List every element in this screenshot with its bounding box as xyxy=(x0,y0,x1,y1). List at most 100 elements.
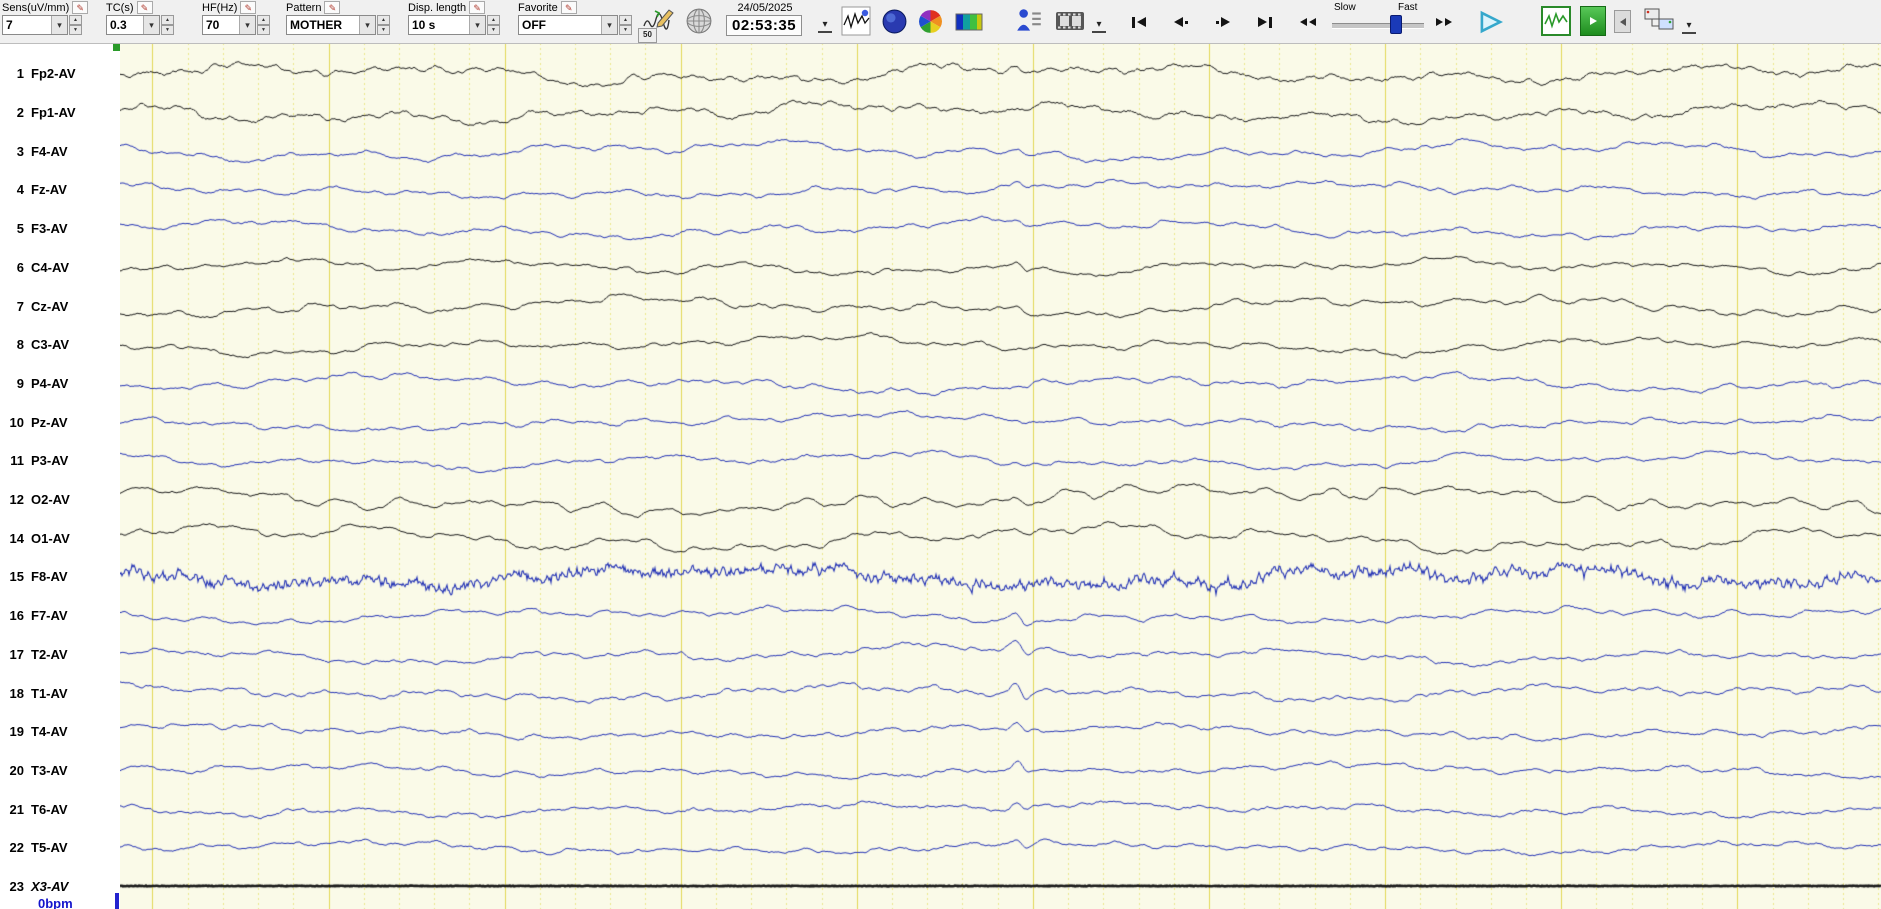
channel-row[interactable]: 23 X3-AV xyxy=(0,879,120,895)
channel-row[interactable]: 19 T4-AV xyxy=(0,724,120,740)
colormap-button[interactable] xyxy=(954,10,984,34)
spin-up-button[interactable]: ▲ xyxy=(377,15,390,25)
chevron-down-icon: ▾ xyxy=(359,16,375,34)
channel-label: T2-AV xyxy=(31,646,68,662)
channel-number: 22 xyxy=(9,840,24,856)
spin-up-button[interactable]: ▲ xyxy=(161,15,174,25)
datetime-dropdown-button[interactable]: ▾ xyxy=(818,19,832,33)
wave-display-button[interactable] xyxy=(1540,5,1572,37)
combo-select[interactable]: OFF ▾ xyxy=(518,15,618,35)
toolbar-combo-group: Sens(uV/mm) ✎ 7 ▾ ▲ ▼ xyxy=(2,1,89,35)
heart-rate-label: 0bpm xyxy=(38,896,73,909)
patient-info-button[interactable] xyxy=(1014,5,1044,37)
film-icon xyxy=(1056,12,1084,30)
channel-row[interactable]: 20 T3-AV xyxy=(0,762,120,778)
electrode-map-button[interactable] xyxy=(684,6,714,36)
combo-select[interactable]: 0.3 ▾ xyxy=(106,15,160,35)
triangle-right-icon xyxy=(1258,17,1267,27)
chevron-down-icon: ▾ xyxy=(51,16,67,34)
channel-row[interactable]: 21 T6-AV xyxy=(0,801,120,817)
triangle-left-icon xyxy=(1300,18,1307,26)
spin-down-button[interactable]: ▼ xyxy=(161,25,174,35)
bar-icon xyxy=(1269,16,1272,28)
edit-pencil-icon[interactable]: ✎ xyxy=(469,1,486,14)
combo-spinner: ▲ ▼ xyxy=(487,15,500,35)
event-marker[interactable] xyxy=(113,43,120,51)
channel-label: P3-AV xyxy=(31,453,69,469)
spin-down-button[interactable]: ▼ xyxy=(619,25,632,35)
channel-row[interactable]: 7 Cz-AV xyxy=(0,298,120,314)
combo-label: Favorite xyxy=(518,1,558,14)
edit-pencil-icon[interactable]: ✎ xyxy=(72,1,89,14)
video-dropdown-button[interactable]: ▾ xyxy=(1092,19,1106,33)
eeg-trace-area[interactable] xyxy=(120,43,1881,909)
collapse-toolbar-button[interactable] xyxy=(1614,10,1631,33)
edit-pencil-icon[interactable]: ✎ xyxy=(560,1,577,14)
edit-pencil-icon[interactable]: ✎ xyxy=(240,1,257,14)
spin-up-button[interactable]: ▲ xyxy=(487,15,500,25)
channel-row[interactable]: 9 P4-AV xyxy=(0,375,120,391)
triangle-left-icon xyxy=(1174,17,1183,27)
channel-number: 10 xyxy=(9,414,24,430)
spin-up-button[interactable]: ▲ xyxy=(619,15,632,25)
combo-select[interactable]: MOTHER ▾ xyxy=(286,15,376,35)
play-button[interactable] xyxy=(1472,4,1510,40)
combo-value: 70 xyxy=(206,18,220,32)
channel-row[interactable]: 14 O1-AV xyxy=(0,530,120,546)
triangle-left-icon xyxy=(1309,18,1316,26)
chevron-down-icon: ▾ xyxy=(143,16,159,34)
channel-row[interactable]: 18 T1-AV xyxy=(0,685,120,701)
channel-row[interactable]: 17 T2-AV xyxy=(0,646,120,662)
channel-row[interactable]: 10 Pz-AV xyxy=(0,414,120,430)
spectrum-map-button[interactable] xyxy=(916,7,944,35)
combo-label: Disp. length xyxy=(408,1,467,14)
spin-down-button[interactable]: ▼ xyxy=(69,25,82,35)
channel-row[interactable]: 22 T5-AV xyxy=(0,840,120,856)
channel-label: F7-AV xyxy=(31,608,68,624)
speed-slider-track[interactable] xyxy=(1332,23,1424,29)
head-map-button[interactable] xyxy=(880,7,908,35)
skip-to-start-button[interactable] xyxy=(1132,9,1146,35)
combo-spinner: ▲ ▼ xyxy=(257,15,270,35)
network-dropdown-button[interactable]: ▾ xyxy=(1682,20,1696,34)
video-button[interactable] xyxy=(1054,8,1086,34)
channel-row[interactable]: 5 F3-AV xyxy=(0,221,120,237)
step-forward-button[interactable] xyxy=(1216,9,1230,35)
combo-spinner: ▲ ▼ xyxy=(377,15,390,35)
spin-down-button[interactable]: ▼ xyxy=(377,25,390,35)
combo-select[interactable]: 70 ▾ xyxy=(202,15,256,35)
green-play-button[interactable] xyxy=(1580,6,1606,36)
spin-up-button[interactable]: ▲ xyxy=(257,15,270,25)
eeg-viewer-window: Sens(uV/mm) ✎ 7 ▾ ▲ ▼ TC(s) ✎ 0.3 ▾ ▲ ▼ … xyxy=(0,0,1881,909)
channel-number: 5 xyxy=(16,221,24,237)
annotation-pen-button[interactable]: 50 xyxy=(638,3,676,43)
channel-row[interactable]: 12 O2-AV xyxy=(0,492,120,508)
combo-select[interactable]: 10 s ▾ xyxy=(408,15,486,35)
combo-select[interactable]: 7 ▾ xyxy=(2,15,68,35)
rewind-button[interactable] xyxy=(1300,9,1316,35)
channel-row[interactable]: 8 C3-AV xyxy=(0,337,120,353)
edit-pencil-icon[interactable]: ✎ xyxy=(324,1,341,14)
waveform-review-button[interactable] xyxy=(840,5,872,37)
channel-number: 2 xyxy=(16,105,24,120)
step-back-button[interactable] xyxy=(1174,9,1188,35)
speed-slider-thumb[interactable] xyxy=(1390,15,1402,34)
channel-row[interactable]: 11 P3-AV xyxy=(0,453,120,469)
channel-row[interactable]: 3 F4-AV xyxy=(0,143,120,159)
combo-value: MOTHER xyxy=(290,18,342,32)
channel-row[interactable]: 4 Fz-AV xyxy=(0,182,120,198)
channel-row[interactable]: 15 F8-AV xyxy=(0,569,120,585)
network-settings-button[interactable] xyxy=(1642,5,1676,35)
chevron-down-icon: ▾ xyxy=(239,16,255,34)
skip-to-end-button[interactable] xyxy=(1258,9,1272,35)
spin-down-button[interactable]: ▼ xyxy=(487,25,500,35)
spin-up-button[interactable]: ▲ xyxy=(69,15,82,25)
channel-row[interactable]: 1 Fp2-AV xyxy=(0,66,120,82)
fast-forward-button[interactable] xyxy=(1436,9,1452,35)
channel-row[interactable]: 2 Fp1-AV xyxy=(0,105,120,121)
edit-pencil-icon[interactable]: ✎ xyxy=(136,1,153,14)
channel-label: Cz-AV xyxy=(31,298,69,314)
spin-down-button[interactable]: ▼ xyxy=(257,25,270,35)
channel-row[interactable]: 16 F7-AV xyxy=(0,608,120,624)
channel-row[interactable]: 6 C4-AV xyxy=(0,259,120,275)
